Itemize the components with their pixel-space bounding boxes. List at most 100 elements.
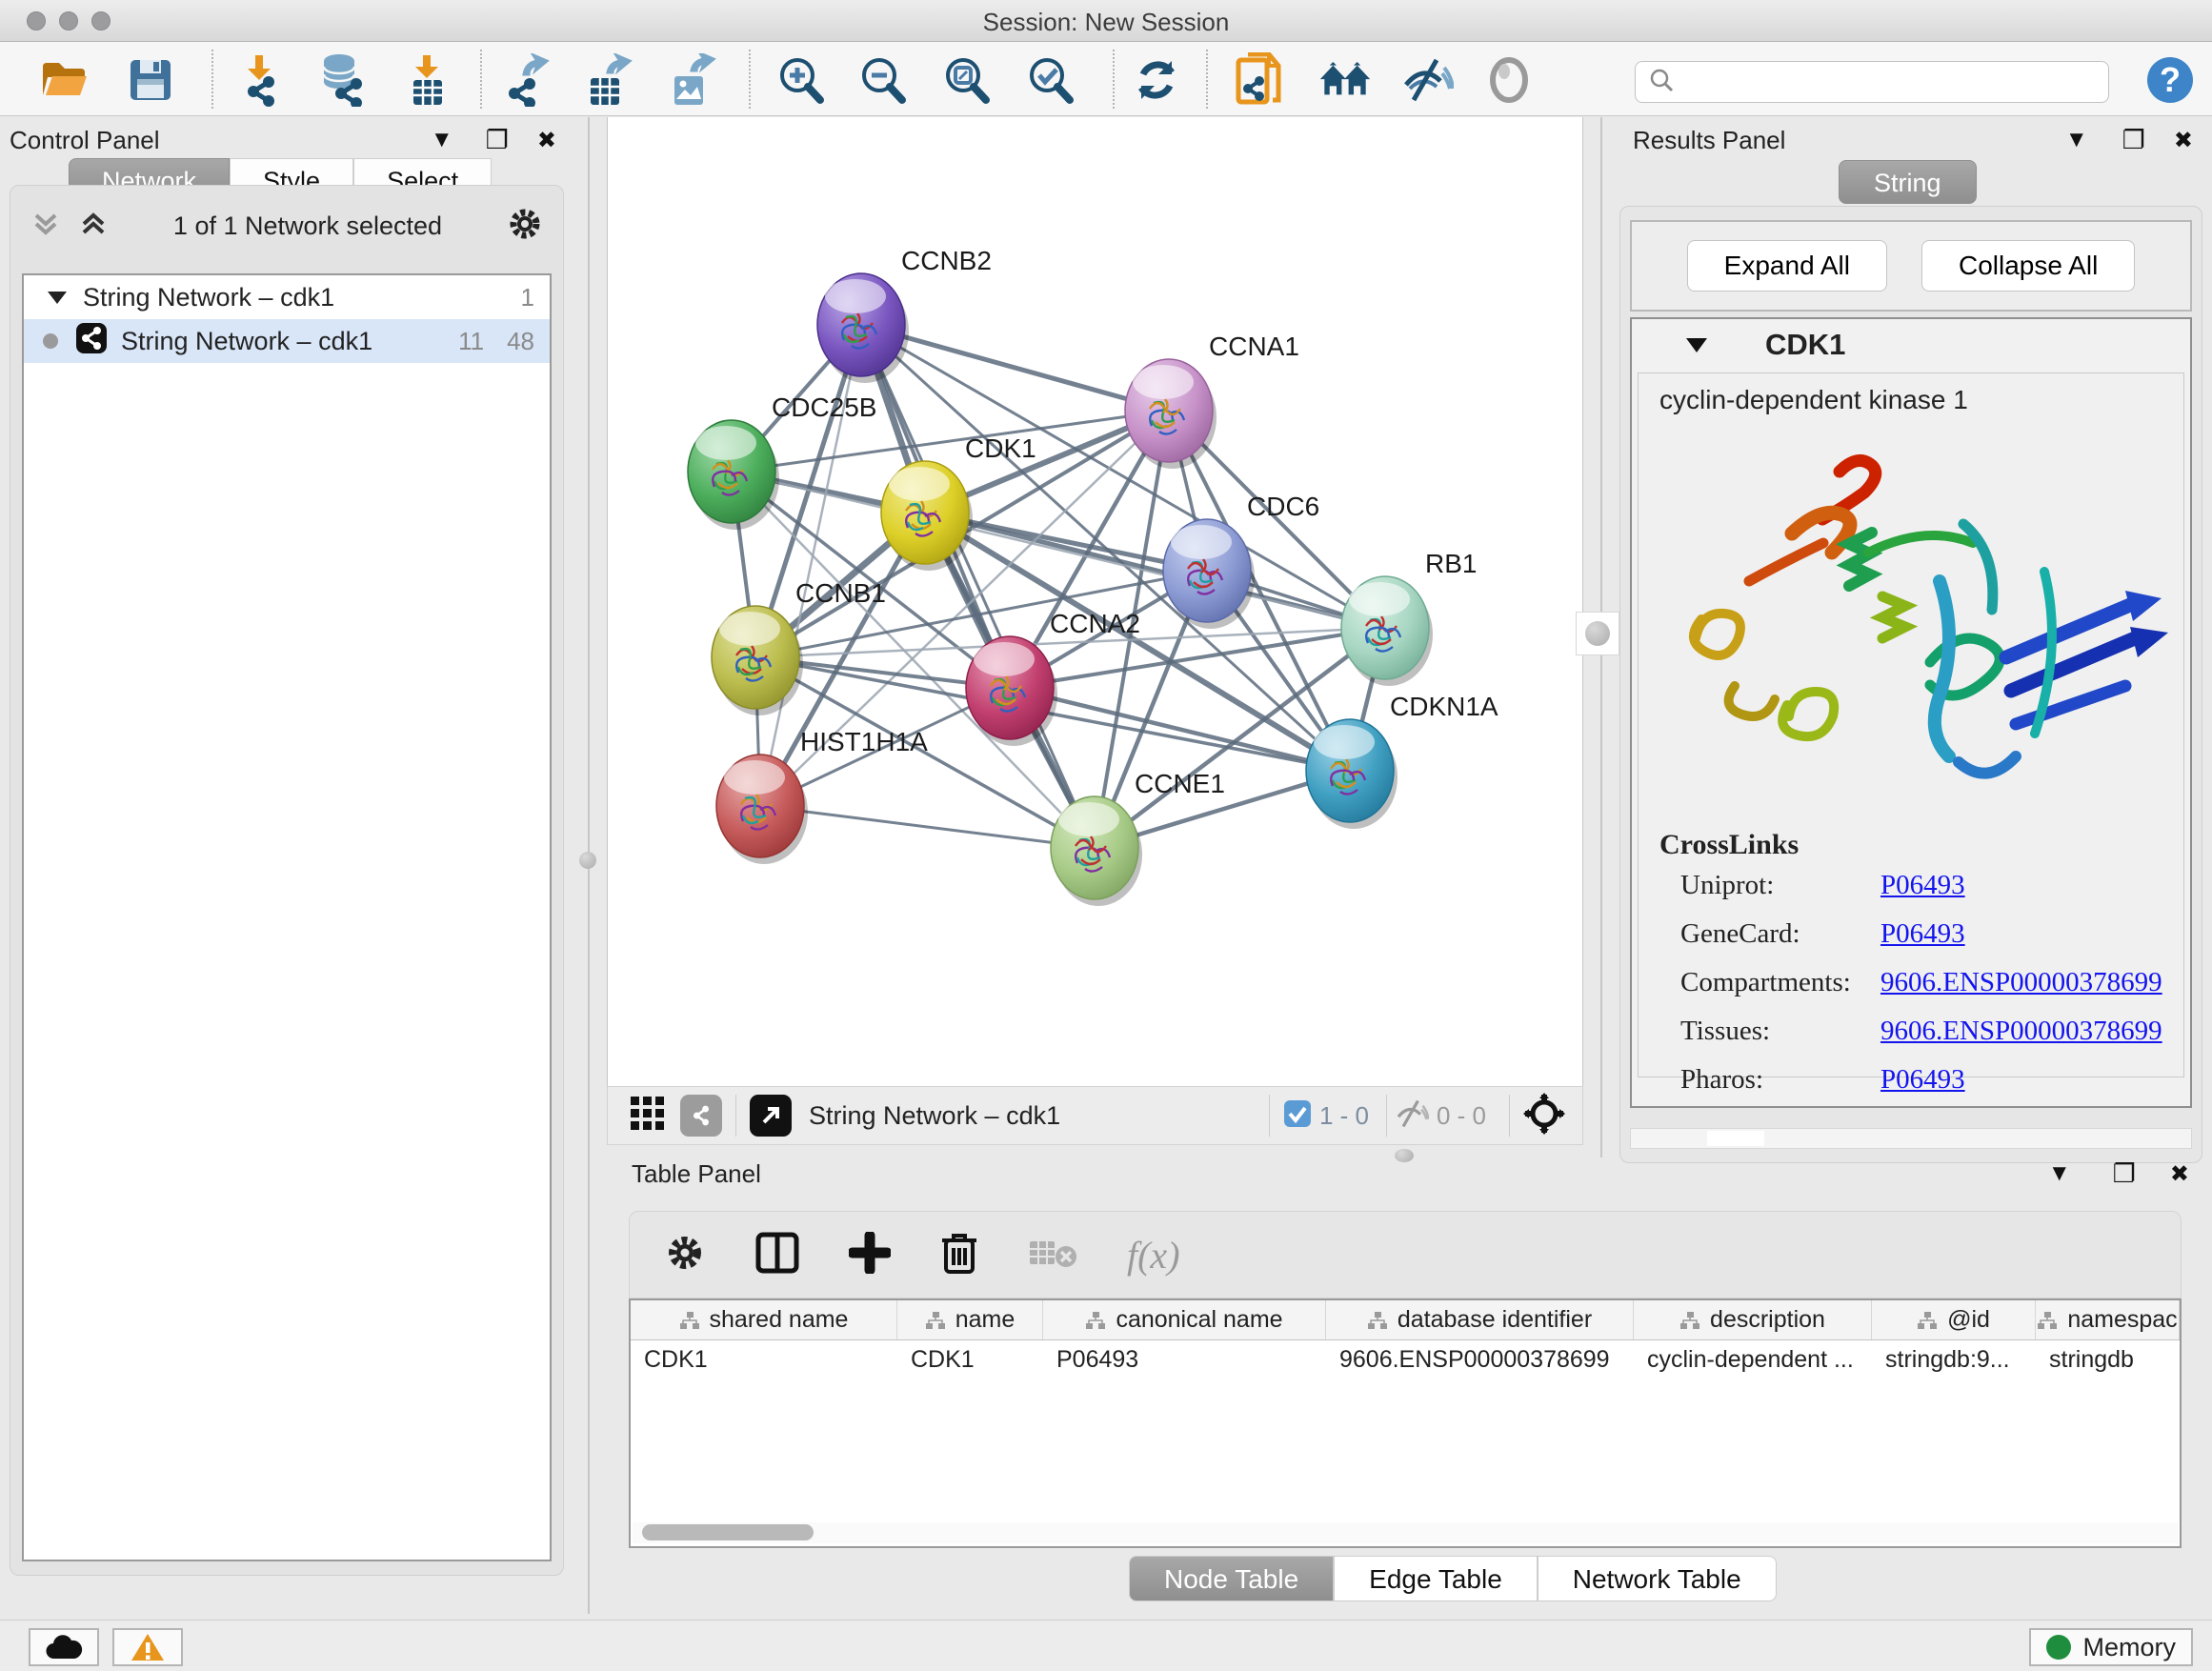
network-canvas[interactable]: CCNB2CCNA1CDC25BCDK1CDC6RB1CCNB1CCNA2CDK… (607, 117, 1583, 1086)
detach-view-icon[interactable] (750, 1095, 792, 1137)
control-panel-menu-icon[interactable]: ▼ (431, 127, 453, 153)
crosshair-icon[interactable] (1523, 1093, 1565, 1139)
control-panel-close-icon[interactable]: ✖ (537, 127, 556, 154)
left-splitter-handle[interactable] (566, 838, 610, 882)
results-panel-menu-icon[interactable]: ▼ (2065, 127, 2088, 153)
node-CCNA1[interactable]: CCNA1 (1125, 332, 1299, 469)
table-delete-icon[interactable] (940, 1231, 978, 1279)
zoom-fit-icon[interactable] (939, 53, 993, 107)
network-row[interactable]: String Network – cdk1 11 48 (24, 319, 550, 363)
table-cell[interactable]: stringdb:9... (1872, 1340, 2036, 1380)
table-panel-menu-icon[interactable]: ▼ (2048, 1160, 2071, 1187)
tab-string[interactable]: String (1839, 160, 1977, 204)
network-label: String Network – cdk1 (121, 327, 372, 356)
collection-label: String Network – cdk1 (83, 283, 334, 312)
tab-edge-table[interactable]: Edge Table (1334, 1556, 1538, 1601)
tab-network-table[interactable]: Network Table (1538, 1556, 1777, 1601)
collapse-all-button[interactable]: Collapse All (1921, 240, 2135, 292)
column-header-0[interactable]: shared name (631, 1300, 897, 1339)
node-CCNB2[interactable]: CCNB2 (817, 246, 992, 383)
crosslink-link[interactable]: P06493 (1880, 870, 1965, 901)
expand-all-networks-icon[interactable] (77, 208, 110, 245)
network-view-title: String Network – cdk1 (809, 1101, 1060, 1131)
table-gear-icon[interactable] (664, 1232, 706, 1278)
table-cell[interactable]: cyclin-dependent ... (1634, 1340, 1872, 1380)
node-label-CCNB1: CCNB1 (795, 578, 886, 608)
edge-HIST1H1A-CCNE1[interactable] (760, 806, 1095, 848)
node-CCNB1[interactable]: CCNB1 (712, 578, 886, 715)
section-disclosure-icon[interactable] (1685, 328, 1708, 362)
help-icon[interactable]: ? (2143, 53, 2197, 107)
hide-selected-eye-icon[interactable] (1400, 53, 1454, 107)
crosslink-link[interactable]: 9606.ENSP00000378699 (1880, 1016, 2162, 1047)
zoom-in-icon[interactable] (774, 53, 827, 107)
node-RB1[interactable]: RB1 (1341, 549, 1477, 686)
export-image-icon[interactable] (665, 53, 718, 107)
right-splitter-handle[interactable] (1576, 612, 1619, 655)
edge-CCNB2-CCNE1[interactable] (861, 325, 1095, 848)
table-panel-close-icon[interactable]: ✖ (2170, 1160, 2189, 1188)
search-icon (1636, 68, 1683, 97)
expand-all-button[interactable]: Expand All (1687, 240, 1887, 292)
collection-disclosure-icon[interactable] (47, 283, 68, 312)
network-collection-row[interactable]: String Network – cdk1 1 (24, 275, 550, 319)
memory-button[interactable]: Memory (2029, 1628, 2193, 1666)
crosslink-link[interactable]: P06493 (1880, 1064, 1965, 1096)
results-panel-close-icon[interactable]: ✖ (2174, 127, 2193, 154)
table-cell[interactable]: CDK1 (631, 1340, 897, 1380)
table-cell[interactable]: CDK1 (897, 1340, 1043, 1380)
column-header-6[interactable]: namespac (2036, 1300, 2180, 1339)
selected-checkbox-icon[interactable] (1283, 1099, 1312, 1133)
export-network-file-icon[interactable] (499, 53, 553, 107)
search-input[interactable] (1683, 69, 2108, 95)
warning-button[interactable] (112, 1628, 183, 1666)
table-add-icon[interactable] (849, 1232, 891, 1278)
homes-icon[interactable] (1318, 53, 1372, 107)
table-cell[interactable]: P06493 (1043, 1340, 1326, 1380)
crosslink-row: Uniprot:P06493 (1639, 861, 2183, 910)
open-session-icon[interactable] (38, 53, 91, 107)
birdseye-grid-icon[interactable] (629, 1095, 667, 1137)
tab-node-table[interactable]: Node Table (1129, 1556, 1334, 1601)
table-columns-icon[interactable] (755, 1232, 799, 1278)
network-options-gear-icon[interactable] (506, 205, 544, 248)
control-panel-float-icon[interactable]: ❐ (486, 126, 509, 155)
node-CCNE1[interactable]: CCNE1 (1051, 769, 1225, 906)
results-scrollbar[interactable] (1630, 1128, 2192, 1149)
toolbar-search[interactable] (1635, 61, 2109, 103)
table-scrollbar[interactable] (633, 1522, 2178, 1543)
results-panel-float-icon[interactable]: ❐ (2122, 126, 2145, 155)
table-cell[interactable]: stringdb (2036, 1340, 2180, 1380)
table-row[interactable]: CDK1CDK1P064939606.ENSP00000378699cyclin… (631, 1340, 2180, 1380)
column-header-3[interactable]: database identifier (1326, 1300, 1634, 1339)
refresh-icon[interactable] (1130, 53, 1183, 107)
string-view-icon[interactable] (680, 1095, 722, 1137)
crosslink-link[interactable]: P06493 (1880, 918, 1965, 950)
column-header-4[interactable]: description (1634, 1300, 1872, 1339)
network-view-toolbar: String Network – cdk1 1 - 0 0 - 0 (607, 1086, 1583, 1145)
import-table-file-icon[interactable] (400, 53, 453, 107)
column-header-2[interactable]: canonical name (1043, 1300, 1326, 1339)
node-table[interactable]: shared namenamecanonical namedatabase id… (629, 1299, 2182, 1548)
table-function-icon: f(x) (1127, 1233, 1180, 1278)
save-session-icon[interactable] (124, 53, 177, 107)
node-CDKN1A[interactable]: CDKN1A (1306, 692, 1498, 829)
share-file-icon[interactable] (1233, 53, 1286, 107)
collapse-all-networks-icon[interactable] (30, 208, 62, 245)
table-panel-float-icon[interactable]: ❐ (2113, 1159, 2136, 1189)
zoom-selected-icon[interactable] (1023, 53, 1076, 107)
import-network-database-icon[interactable] (314, 53, 368, 107)
hierarchy-icon (679, 1311, 700, 1330)
crosslink-link[interactable]: 9606.ENSP00000378699 (1880, 967, 2162, 998)
results-node-section: CDK1 cyclin-dependent kinase 1 (1630, 317, 2192, 1108)
node-HIST1H1A[interactable]: HIST1H1A (716, 727, 928, 864)
import-network-file-icon[interactable] (232, 53, 286, 107)
export-table-file-icon[interactable] (581, 53, 634, 107)
zoom-out-icon[interactable] (855, 53, 909, 107)
column-header-1[interactable]: name (897, 1300, 1043, 1339)
column-header-5[interactable]: @id (1872, 1300, 2036, 1339)
crosslink-row: GeneCard:P06493 (1639, 910, 2183, 958)
cloud-button[interactable] (29, 1628, 99, 1666)
table-cell[interactable]: 9606.ENSP00000378699 (1326, 1340, 1634, 1380)
show-all-eye-icon[interactable] (1482, 53, 1536, 107)
